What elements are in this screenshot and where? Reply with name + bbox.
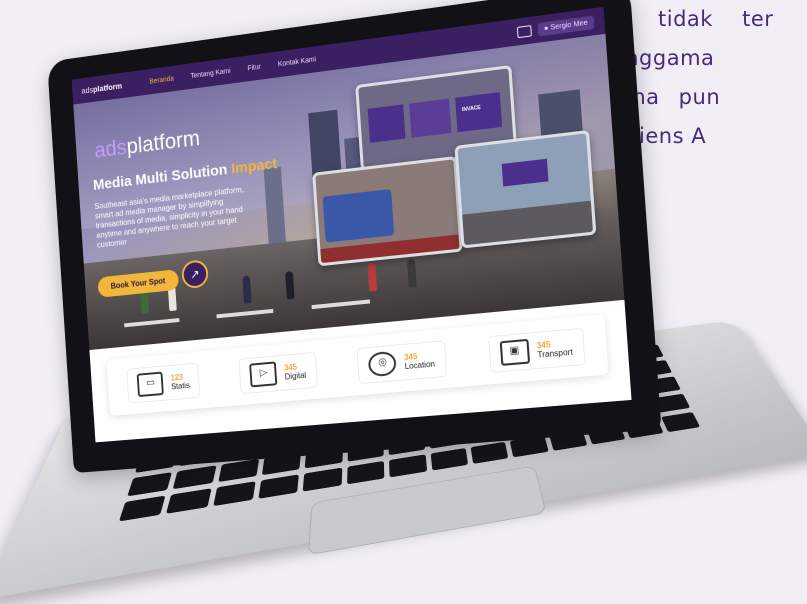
stat-label: Digital <box>284 370 307 382</box>
stat-label: Location <box>404 359 436 372</box>
keyboard-key <box>118 495 166 522</box>
nav-item-beranda[interactable]: Beranda <box>149 75 174 85</box>
keyboard-key <box>389 454 427 478</box>
street-billboard-photo <box>454 129 597 249</box>
keyboard-key <box>660 412 701 433</box>
nav-logo-brand: platform <box>92 81 123 94</box>
billboard-panel: INVACE <box>455 92 503 133</box>
road-marking <box>216 308 274 319</box>
stat-transport[interactable]: ▣ 345 Transport <box>487 327 586 374</box>
billboard-text: INVACE <box>461 104 482 114</box>
keyboard-key <box>212 481 256 507</box>
laptop-screen: adsplatform Beranda Tentang Kami Fitur K… <box>71 6 632 443</box>
keyboard-key <box>217 458 260 483</box>
bus-photo <box>312 155 463 267</box>
hero-logo-prefix: ads <box>93 134 128 163</box>
stat-label: Statis <box>170 380 190 392</box>
stat-text: 123 Statis <box>170 372 190 392</box>
user-menu-button[interactable]: ● Sergio Mee <box>537 15 595 36</box>
page: tidak ter genggama mana pun audiens A ad… <box>0 0 807 604</box>
nav-item-fitur[interactable]: Fitur <box>247 63 261 72</box>
nav-logo-prefix: ads <box>81 85 94 96</box>
user-name: Sergio Mee <box>550 18 588 32</box>
cart-icon[interactable] <box>516 24 532 38</box>
nav-item-tentang-kami[interactable]: Tentang Kami <box>190 67 230 79</box>
road-marking <box>311 299 371 310</box>
billboard-panel <box>367 104 406 143</box>
keyboard-key <box>173 465 217 490</box>
stat-text: 345 Location <box>404 350 435 371</box>
keyboard-key <box>470 441 509 464</box>
keyboard-key <box>303 467 343 492</box>
road-marking <box>124 318 180 328</box>
billboard-panel <box>409 98 452 138</box>
keyboard-key <box>430 448 468 471</box>
stat-digital[interactable]: ▷ 345 Digital <box>238 351 318 395</box>
location-pin-icon: ◎ <box>368 350 398 378</box>
nav-logo[interactable]: adsplatform <box>81 81 122 95</box>
nav-right: ● Sergio Mee <box>516 15 595 39</box>
monitor-icon: ▭ <box>137 371 165 398</box>
digital-screen-icon: ▷ <box>249 361 278 388</box>
stat-statis[interactable]: ▭ 123 Statis <box>126 362 201 404</box>
paragraph-line: tidak ter <box>658 7 774 31</box>
keyboard-key <box>166 488 212 514</box>
stat-label: Transport <box>537 347 573 360</box>
stat-text: 345 Transport <box>536 338 573 360</box>
keyboard-key <box>346 460 385 485</box>
billboard-panel <box>501 158 549 187</box>
keyboard-key <box>258 474 300 499</box>
keyboard-key <box>127 472 173 497</box>
stat-text: 345 Digital <box>284 362 307 382</box>
user-icon: ● <box>543 24 549 33</box>
stat-location[interactable]: ◎ 345 Location <box>356 340 447 385</box>
bus-icon: ▣ <box>499 338 530 366</box>
nav-item-kontak-kami[interactable]: Kontak Kami <box>278 56 317 68</box>
bus-image <box>322 188 395 243</box>
laptop-lid: adsplatform Beranda Tentang Kami Fitur K… <box>47 0 662 474</box>
